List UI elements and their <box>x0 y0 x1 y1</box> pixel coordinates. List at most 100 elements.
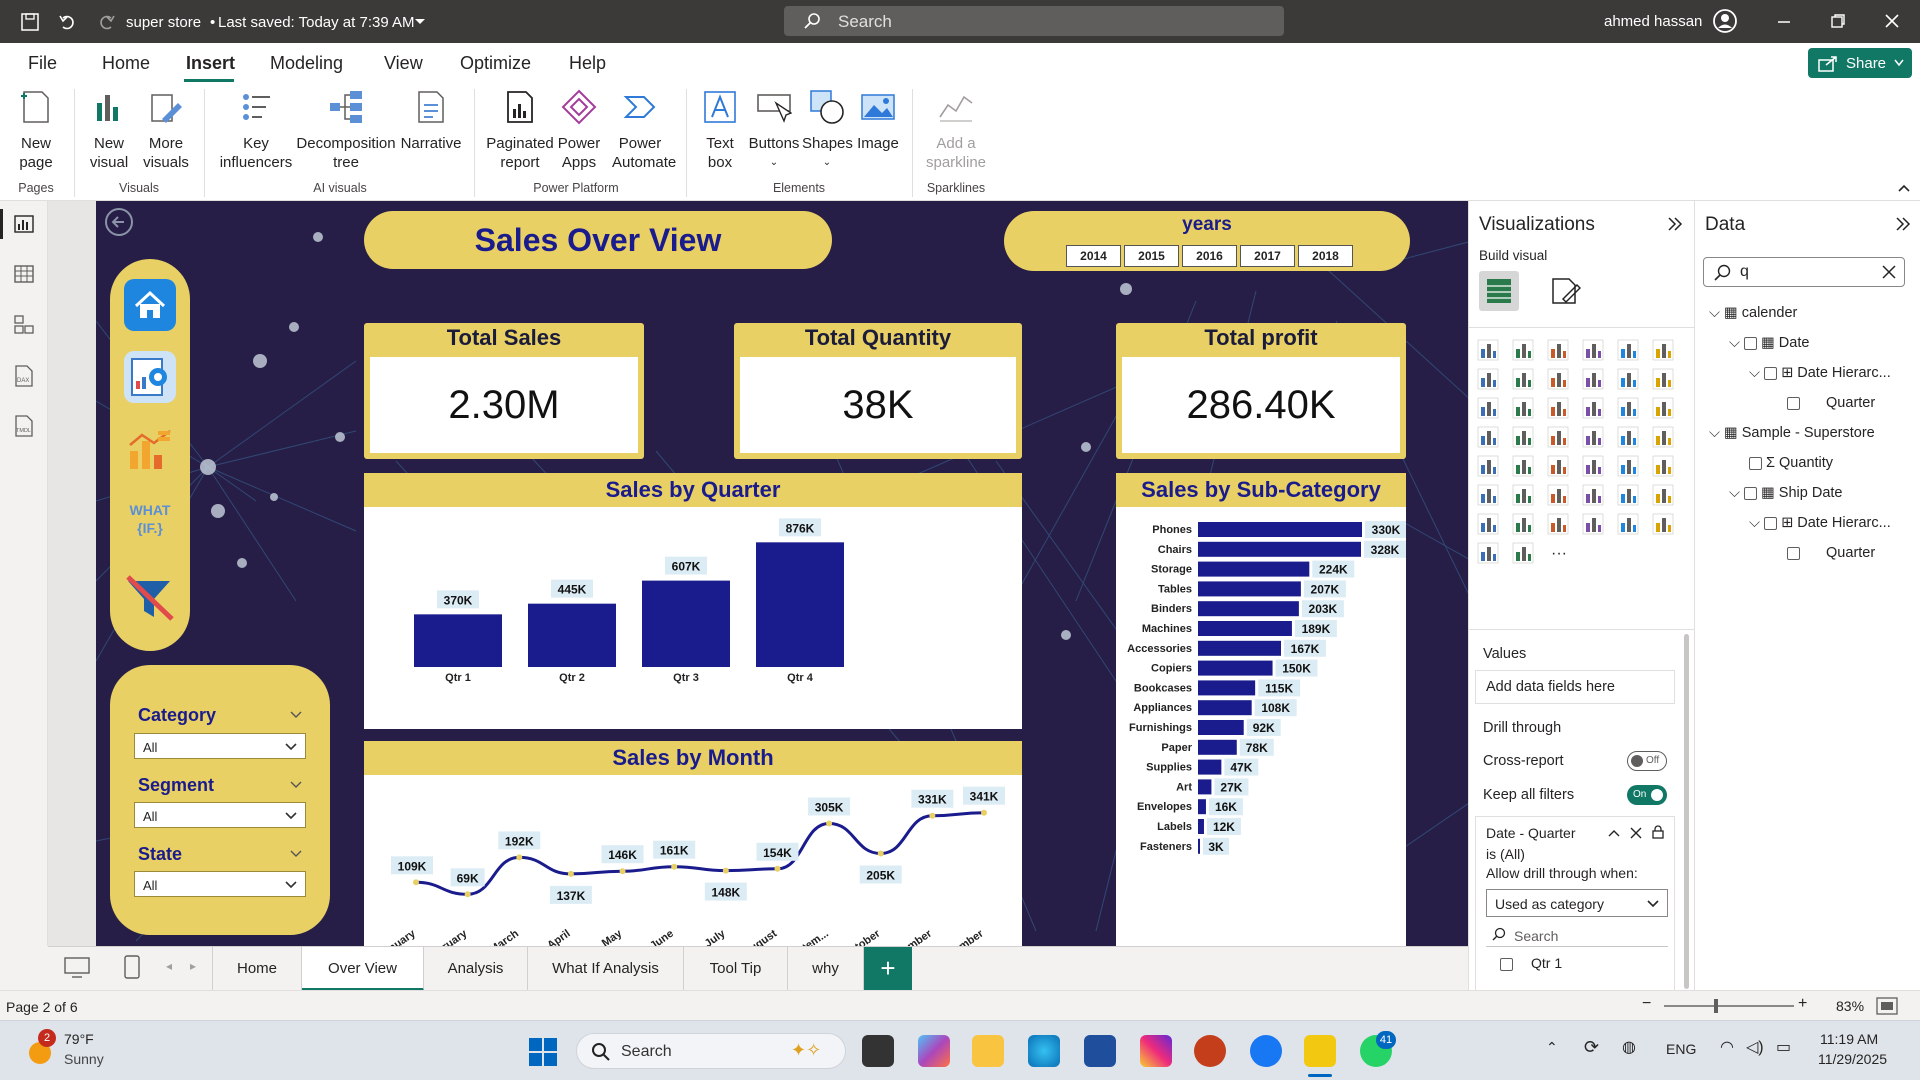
tab-view[interactable]: View <box>384 53 423 74</box>
what-if-nav-button[interactable]: WHAT {IF.} <box>124 495 176 547</box>
user-avatar-icon[interactable] <box>1712 8 1738 34</box>
checkbox[interactable] <box>1749 456 1762 470</box>
language-indicator[interactable]: ENG <box>1666 1041 1696 1057</box>
tab-home[interactable]: Home <box>102 53 150 74</box>
tab-optimize[interactable]: Optimize <box>460 53 531 74</box>
chevron-down-icon[interactable] <box>414 17 426 27</box>
tab-insert[interactable]: Insert <box>186 53 235 74</box>
paginated-report-button[interactable]: Paginated report <box>484 89 556 172</box>
chevron-down-icon[interactable]: ⌵ <box>1749 365 1760 381</box>
analysis-nav-button[interactable] <box>124 351 176 403</box>
year-button-2014[interactable]: 2014 <box>1066 245 1121 267</box>
scroll-right-icon[interactable]: ▸ <box>190 959 196 973</box>
segment-dropdown[interactable]: All <box>134 802 306 828</box>
checkbox[interactable] <box>1764 516 1778 530</box>
minimize-icon[interactable] <box>1776 14 1792 30</box>
network-icon[interactable]: ◍ <box>1622 1037 1636 1057</box>
clear-search-icon[interactable] <box>1882 265 1896 279</box>
add-page-button[interactable]: + <box>864 947 912 991</box>
collapse-ribbon-icon[interactable] <box>1898 183 1910 193</box>
page-tab-over-view[interactable]: Over View <box>302 947 424 991</box>
zoom-slider-thumb[interactable] <box>1714 999 1718 1013</box>
tab-modeling[interactable]: Modeling <box>270 53 343 74</box>
add-sparkline-button[interactable]: Add a sparkline <box>922 89 990 172</box>
edge-browser-icon[interactable] <box>1028 1035 1060 1067</box>
checkbox[interactable] <box>1787 546 1800 560</box>
filter-search-input[interactable]: Search <box>1486 923 1668 947</box>
tree-table-superstore[interactable]: ⌵ ▦ Sample - Superstore <box>1709 425 1875 441</box>
more-visuals-button[interactable]: More visuals <box>138 89 194 172</box>
dax-query-icon[interactable]: DAX <box>14 365 34 387</box>
model-view-icon[interactable] <box>14 315 34 335</box>
sales-by-month-chart[interactable]: Sales by Month 109K January 69K February 192… <box>364 741 1022 946</box>
decomposition-tree-button[interactable]: Decomposition tree <box>296 89 396 172</box>
state-dropdown[interactable]: All <box>134 871 306 897</box>
buttons-button[interactable]: Buttons ⌄ <box>748 89 800 172</box>
clock-date[interactable]: 11/29/2025 <box>1818 1051 1887 1067</box>
tab-file[interactable]: File <box>28 53 57 74</box>
powerpoint-icon[interactable] <box>1194 1035 1226 1067</box>
task-view-icon[interactable] <box>862 1035 894 1067</box>
zoom-in-button[interactable]: + <box>1798 995 1807 1013</box>
zoom-out-button[interactable]: − <box>1642 995 1651 1013</box>
sales-by-subcategory-chart[interactable]: Sales by Sub-Category Phones 330K Chairs 32… <box>1116 473 1406 946</box>
expand-pane-icon[interactable] <box>1895 217 1911 231</box>
battery-icon[interactable]: ▭ <box>1776 1037 1791 1057</box>
charts-nav-button[interactable] <box>124 423 176 475</box>
year-button-2016[interactable]: 2016 <box>1182 245 1237 267</box>
table-view-icon[interactable] <box>14 265 34 283</box>
zoom-slider[interactable] <box>1664 999 1794 1013</box>
wifi-icon[interactable]: ◠ <box>1720 1037 1734 1057</box>
tree-field-quantity[interactable]: Σ Quantity <box>1749 455 1833 471</box>
checkbox[interactable] <box>1787 396 1800 410</box>
tree-field-ship-date[interactable]: ⌵ ▦ Ship Date <box>1729 485 1842 501</box>
clock-time[interactable]: 11:19 AM <box>1820 1031 1878 1047</box>
tree-field-date[interactable]: ⌵ ▦ Date <box>1729 335 1809 351</box>
build-visual-tab[interactable] <box>1479 271 1519 311</box>
category-dropdown[interactable]: All <box>134 733 306 759</box>
cross-report-toggle[interactable]: Off <box>1627 751 1667 771</box>
chevron-down-icon[interactable] <box>290 781 302 789</box>
clear-filter-icon[interactable] <box>1630 827 1642 839</box>
chevron-down-icon[interactable] <box>290 850 302 858</box>
back-arrow-icon[interactable] <box>104 207 134 237</box>
page-tab-tool-tip[interactable]: Tool Tip <box>684 947 788 991</box>
windows-start-icon[interactable] <box>528 1037 558 1067</box>
lock-icon[interactable] <box>1652 825 1664 839</box>
desktop-layout-icon[interactable] <box>64 957 90 979</box>
keep-filters-toggle[interactable]: On <box>1627 785 1667 805</box>
scroll-left-icon[interactable]: ◂ <box>166 959 172 973</box>
chevron-down-icon[interactable]: ⌵ <box>1729 335 1740 351</box>
file-explorer-icon[interactable] <box>972 1035 1004 1067</box>
instagram-icon[interactable] <box>1140 1035 1172 1067</box>
add-fields-well[interactable]: Add data fields here <box>1475 670 1675 704</box>
tab-help[interactable]: Help <box>569 53 606 74</box>
new-page-button[interactable]: New page <box>8 89 64 172</box>
tree-field-ship-quarter[interactable]: Quarter <box>1787 545 1875 561</box>
new-visual-button[interactable]: New visual <box>84 89 134 172</box>
show-hidden-icons[interactable]: ⌃ <box>1546 1039 1558 1056</box>
mobile-layout-icon[interactable] <box>124 955 140 979</box>
facebook-icon[interactable] <box>1250 1035 1282 1067</box>
tooltip-nav-button[interactable] <box>124 571 176 623</box>
filter-option-qtr1[interactable]: Qtr 1 <box>1500 955 1562 971</box>
tmdl-view-icon[interactable]: TMDL <box>14 415 34 437</box>
page-tab-home[interactable]: Home <box>212 947 302 991</box>
share-button[interactable]: Share <box>1808 48 1912 78</box>
power-apps-button[interactable]: Power Apps <box>556 89 602 172</box>
restore-icon[interactable] <box>1830 13 1846 29</box>
tree-field-ship-date-hierarchy[interactable]: ⌵ ⊞ Date Hierarc... <box>1749 515 1891 531</box>
image-button[interactable]: Image <box>854 89 902 153</box>
checkbox[interactable] <box>1764 366 1778 380</box>
power-automate-button[interactable]: Power Automate <box>612 89 676 172</box>
narrative-button[interactable]: Narrative <box>398 89 464 153</box>
power-bi-icon[interactable] <box>1304 1035 1336 1067</box>
data-search-input[interactable]: q <box>1703 257 1905 287</box>
page-tab-why[interactable]: why <box>788 947 864 991</box>
year-button-2018[interactable]: 2018 <box>1298 245 1353 267</box>
chevron-down-icon[interactable]: ⌵ <box>1729 485 1740 501</box>
tree-field-date-hierarchy[interactable]: ⌵ ⊞ Date Hierarc... <box>1749 365 1891 381</box>
sync-icon[interactable]: ⟳ <box>1584 1037 1599 1058</box>
tree-field-quarter[interactable]: Quarter <box>1787 395 1875 411</box>
page-tab-what-if-analysis[interactable]: What If Analysis <box>528 947 684 991</box>
